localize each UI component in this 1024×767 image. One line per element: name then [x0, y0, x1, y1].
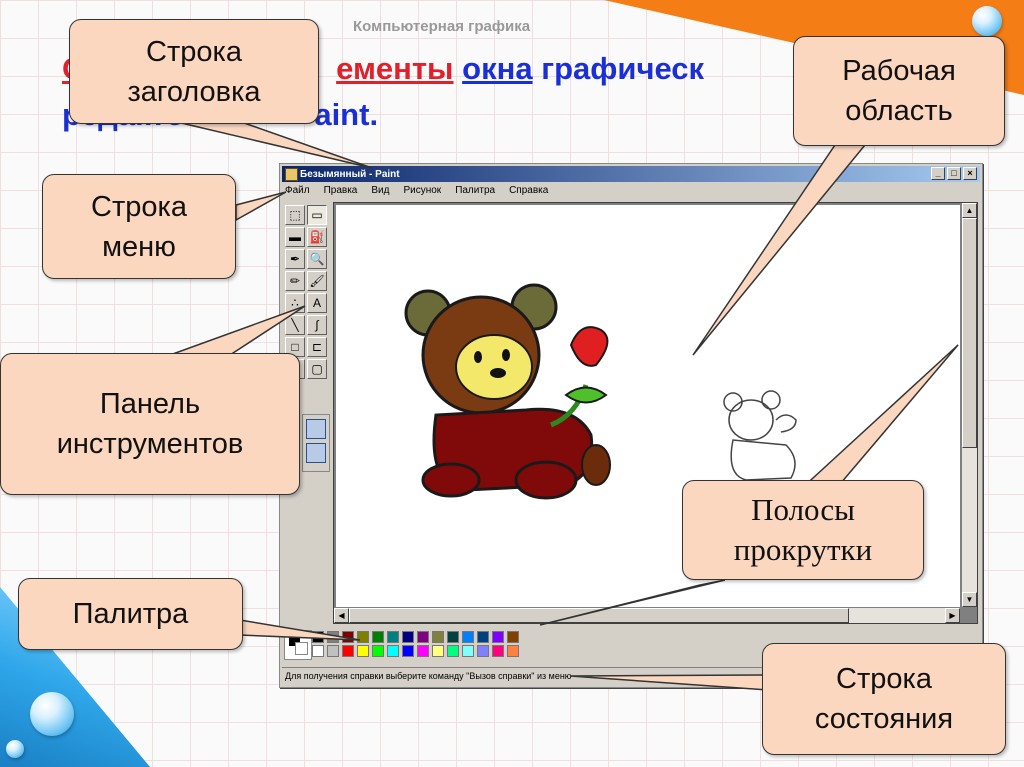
menu-help[interactable]: Справка: [509, 185, 548, 196]
pencil-icon[interactable]: ✏: [285, 271, 305, 291]
callout-work-area: Рабочая область: [793, 36, 1005, 146]
small-bear-drawing: [723, 390, 797, 481]
tool-options[interactable]: [302, 414, 330, 472]
paint-window: Безымянный - Paint _ □ × Файл Правка Вид…: [279, 163, 983, 688]
close-button[interactable]: ×: [963, 167, 977, 180]
title-window: окна: [462, 51, 533, 86]
rect-select-icon[interactable]: ▭: [307, 205, 327, 225]
palette-swatch[interactable]: [507, 645, 519, 657]
option-opaque-icon[interactable]: [306, 419, 326, 439]
palette-swatch[interactable]: [492, 631, 504, 643]
text-icon[interactable]: A: [307, 293, 327, 313]
callout-menu-bar: Строка меню: [42, 174, 236, 279]
current-colors[interactable]: [284, 630, 312, 660]
decor-drop-icon: [6, 740, 24, 758]
minimize-button[interactable]: _: [931, 167, 945, 180]
palette-swatch[interactable]: [327, 631, 339, 643]
background-color: [295, 642, 308, 655]
palette-swatch[interactable]: [312, 631, 324, 643]
scroll-left-icon[interactable]: ◀: [334, 608, 349, 623]
airbrush-icon[interactable]: ∴: [285, 293, 305, 313]
vertical-scrollbar[interactable]: ▲ ▼: [962, 203, 977, 607]
scroll-right-icon[interactable]: ▶: [945, 608, 960, 623]
ribbon-label: Компьютерная графика: [353, 18, 531, 35]
menu-file[interactable]: Файл: [285, 185, 310, 196]
callout-toolbox: Панель инструментов: [0, 353, 300, 495]
menu-bar: Файл Правка Вид Рисунок Палитра Справка: [282, 183, 980, 198]
palette-swatch[interactable]: [417, 631, 429, 643]
title-elements: ементы: [336, 51, 454, 86]
palette-swatch[interactable]: [462, 645, 474, 657]
horizontal-scrollbar[interactable]: ◀ ▶: [334, 608, 960, 623]
palette-swatch[interactable]: [387, 631, 399, 643]
palette-swatch[interactable]: [327, 645, 339, 657]
palette-swatch[interactable]: [432, 631, 444, 643]
palette-swatch[interactable]: [432, 645, 444, 657]
palette-swatch[interactable]: [357, 631, 369, 643]
menu-palette[interactable]: Палитра: [455, 185, 495, 196]
window-title-bar[interactable]: Безымянный - Paint _ □ ×: [282, 166, 980, 182]
window-title: Безымянный - Paint: [300, 168, 400, 180]
vertical-scroll-thumb[interactable]: [962, 218, 977, 448]
scroll-up-icon[interactable]: ▲: [962, 203, 977, 218]
palette-swatch[interactable]: [447, 631, 459, 643]
maximize-button[interactable]: □: [947, 167, 961, 180]
horizontal-scroll-thumb[interactable]: [349, 608, 849, 623]
palette-swatch[interactable]: [342, 631, 354, 643]
palette-swatch[interactable]: [417, 645, 429, 657]
palette-swatch[interactable]: [402, 631, 414, 643]
paint-app-icon: [285, 168, 298, 181]
decor-drop-icon: [30, 692, 74, 736]
magnifier-icon[interactable]: 🔍: [307, 249, 327, 269]
eraser-icon[interactable]: ▬: [285, 227, 305, 247]
color-palette: [282, 628, 542, 660]
palette-swatch[interactable]: [507, 631, 519, 643]
scroll-down-icon[interactable]: ▼: [962, 592, 977, 607]
palette-swatch[interactable]: [372, 645, 384, 657]
title-graphic: графическ: [541, 51, 705, 86]
palette-swatch[interactable]: [357, 645, 369, 657]
palette-swatch[interactable]: [402, 645, 414, 657]
menu-view[interactable]: Вид: [371, 185, 389, 196]
palette-swatch[interactable]: [477, 645, 489, 657]
callout-title-bar: Строка заголовка: [69, 19, 319, 124]
brush-icon[interactable]: 🖌: [307, 271, 327, 291]
palette-swatch[interactable]: [492, 645, 504, 657]
palette-swatch[interactable]: [342, 645, 354, 657]
callout-palette: Палитра: [18, 578, 243, 650]
palette-swatch[interactable]: [387, 645, 399, 657]
palette-swatch[interactable]: [372, 631, 384, 643]
curve-icon[interactable]: ∫: [307, 315, 327, 335]
polygon-icon[interactable]: ⊏: [307, 337, 327, 357]
palette-swatch[interactable]: [447, 645, 459, 657]
rounded-rect-icon[interactable]: ▢: [307, 359, 327, 379]
palette-swatch[interactable]: [312, 645, 324, 657]
decor-drop-icon: [972, 6, 1002, 36]
menu-image[interactable]: Рисунок: [403, 185, 441, 196]
title-line2b: aint.: [314, 97, 379, 132]
line-icon[interactable]: ╲: [285, 315, 305, 335]
callout-status-bar: Строка состояния: [762, 643, 1006, 755]
option-transparent-icon[interactable]: [306, 443, 326, 463]
menu-edit[interactable]: Правка: [324, 185, 358, 196]
fill-icon[interactable]: ⛽: [307, 227, 327, 247]
palette-swatch[interactable]: [477, 631, 489, 643]
pick-color-icon[interactable]: ✒: [285, 249, 305, 269]
palette-swatch[interactable]: [462, 631, 474, 643]
bear-drawing: [404, 283, 611, 500]
callout-scrollbars: Полосы прокрутки: [682, 480, 924, 580]
free-select-icon[interactable]: ⬚: [285, 205, 305, 225]
